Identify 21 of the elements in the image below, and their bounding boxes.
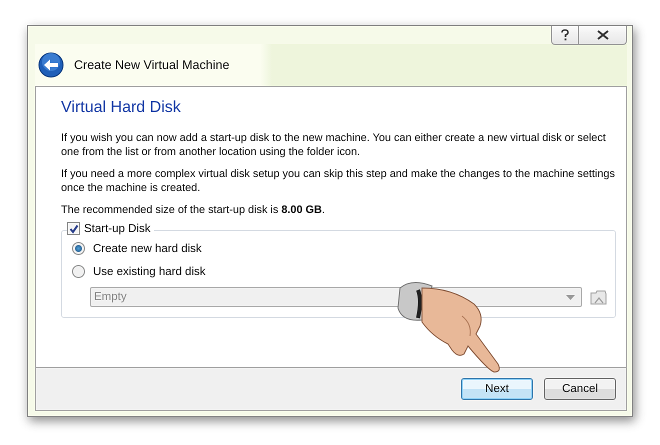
close-icon [596,30,608,40]
radio-label: Create new hard disk [93,242,202,255]
page-heading: Virtual Hard Disk [61,99,182,118]
dropdown-caret-icon [566,294,575,300]
window-title: Create New Virtual Machine [74,58,230,72]
close-button[interactable] [579,26,627,45]
back-button[interactable] [38,52,64,78]
description-text: If you wish you can now add a start-up disk to the new machine. You can either create a new virtual disk or select one from the list or from another location using the folder icon. [61,131,607,160]
dialog-button[interactable]: Next [461,378,533,400]
dialog-button[interactable]: Cancel [544,378,616,400]
description-text: The recommended size of the start-up disk is 8.00 GB. [61,203,326,218]
help-icon [560,29,570,41]
checkbox-label: Start-up Disk [84,222,150,235]
checkbox[interactable] [67,222,80,236]
radio-button[interactable] [72,265,85,278]
radio-label: Use existing hard disk [93,266,206,278]
folder-button[interactable] [590,290,607,305]
folder-icon [590,290,607,305]
description-text: If you need a more complex virtual disk setup you can skip this step and make the changes to the machine settings once the machine is created. [61,167,616,196]
help-button[interactable] [551,26,579,45]
radio-button[interactable] [72,242,85,256]
